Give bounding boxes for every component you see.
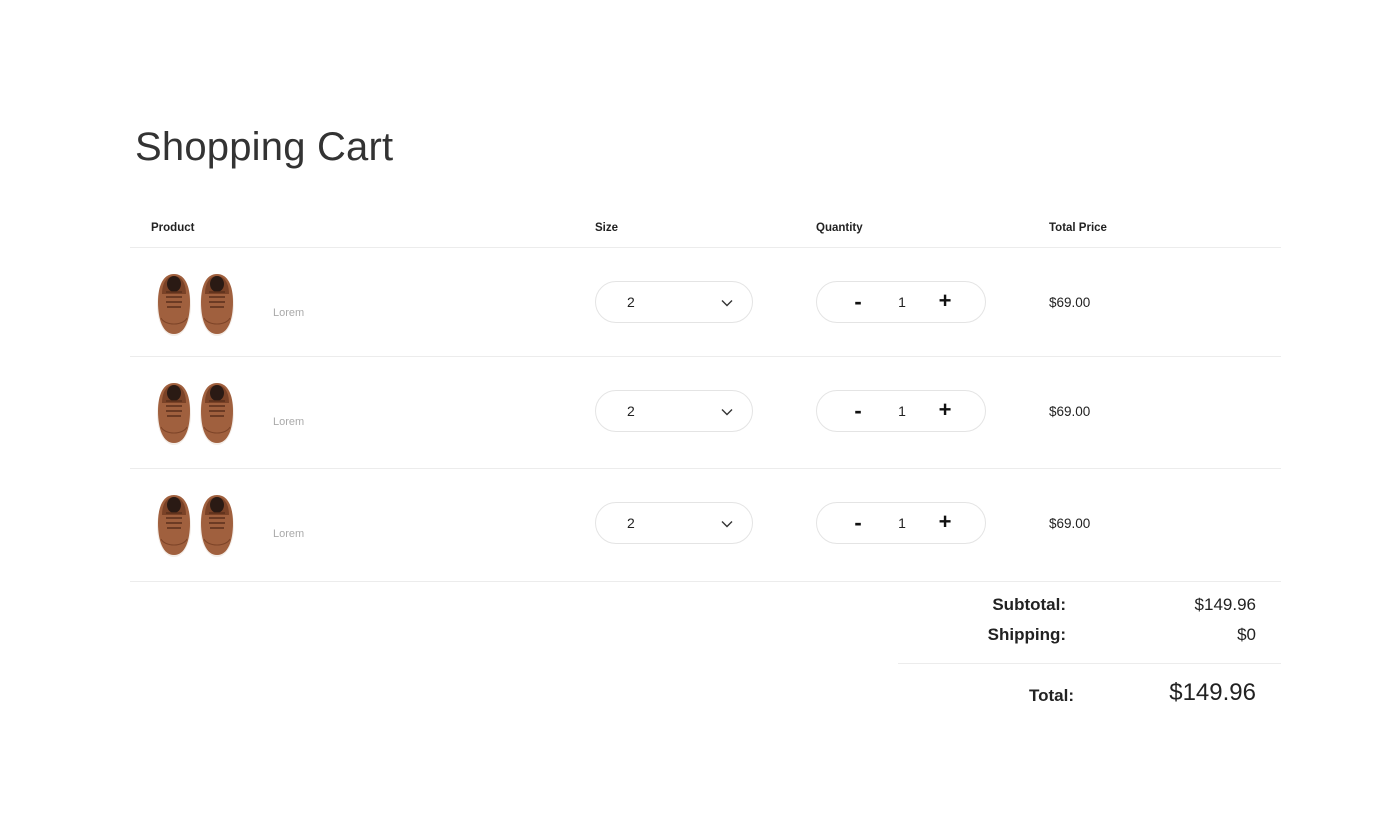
table-row: Lorem 2 - 1 + $69.00	[130, 469, 1281, 582]
quantity-stepper: - 1 +	[816, 281, 986, 323]
table-row: Lorem 2 - 1 + $69.00	[130, 357, 1281, 469]
increase-quantity-button[interactable]: +	[936, 288, 954, 314]
decrease-quantity-button[interactable]: -	[849, 510, 867, 536]
page-title: Shopping Cart	[135, 125, 394, 169]
table-header: Product Size Quantity Total Price	[130, 218, 1281, 248]
increase-quantity-button[interactable]: +	[936, 509, 954, 535]
chevron-down-icon	[721, 521, 733, 528]
size-value: 2	[627, 515, 635, 531]
product-name[interactable]: Lorem	[273, 307, 304, 319]
header-size: Size	[595, 222, 619, 234]
quantity-value: 1	[898, 403, 906, 419]
size-value: 2	[627, 403, 635, 419]
cart-table: Product Size Quantity Total Price Lorem …	[130, 218, 1281, 582]
sneakers-icon	[156, 273, 235, 337]
size-value: 2	[627, 294, 635, 310]
table-row: Lorem 2 - 1 + $69.00	[130, 248, 1281, 357]
increase-quantity-button[interactable]: +	[936, 397, 954, 423]
shopping-cart-page: Shopping Cart Product Size Quantity Tota…	[0, 0, 1400, 825]
product-name[interactable]: Lorem	[273, 528, 304, 540]
shipping-line: Shipping: $0	[898, 612, 1281, 644]
header-total-price: Total Price	[1049, 222, 1107, 234]
header-product: Product	[151, 222, 195, 234]
size-select[interactable]: 2	[595, 390, 753, 432]
product-image[interactable]	[150, 377, 238, 447]
header-quantity: Quantity	[816, 222, 863, 234]
decrease-quantity-button[interactable]: -	[849, 398, 867, 424]
size-select[interactable]: 2	[595, 281, 753, 323]
product-image[interactable]	[150, 489, 238, 559]
chevron-down-icon	[721, 300, 733, 307]
size-select[interactable]: 2	[595, 502, 753, 544]
shipping-label: Shipping:	[987, 625, 1066, 644]
sneakers-icon	[156, 382, 235, 446]
order-summary: Subtotal: $149.96 Shipping: $0 Total: $1…	[898, 582, 1281, 724]
product-image[interactable]	[150, 268, 238, 338]
quantity-stepper: - 1 +	[816, 502, 986, 544]
chevron-down-icon	[721, 409, 733, 416]
row-total-price: $69.00	[1049, 404, 1091, 419]
row-total-price: $69.00	[1049, 295, 1091, 310]
total-label: Total:	[1028, 686, 1074, 705]
subtotal-line: Subtotal: $149.96	[898, 582, 1281, 614]
total-value: $149.96	[1169, 679, 1256, 706]
row-total-price: $69.00	[1049, 516, 1091, 531]
sneakers-icon	[156, 494, 235, 558]
quantity-value: 1	[898, 515, 906, 531]
product-name[interactable]: Lorem	[273, 416, 304, 428]
quantity-stepper: - 1 +	[816, 390, 986, 432]
total-line: Total: $149.96	[898, 664, 1281, 724]
quantity-value: 1	[898, 294, 906, 310]
decrease-quantity-button[interactable]: -	[849, 289, 867, 315]
shipping-value: $0	[1237, 625, 1256, 644]
